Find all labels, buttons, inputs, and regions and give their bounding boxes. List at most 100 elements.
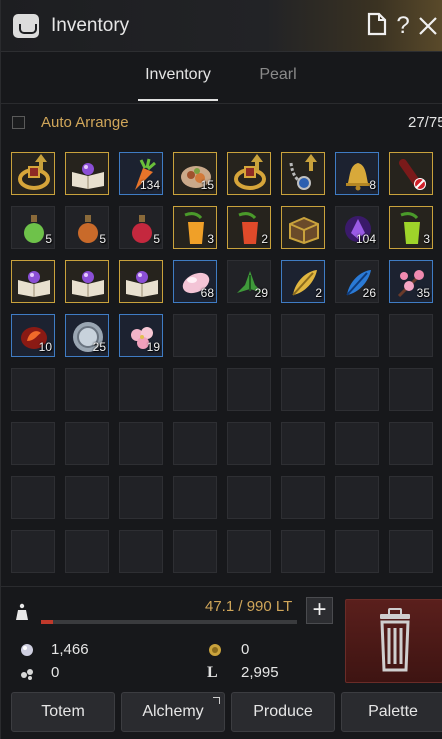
bottom-panel: 47.1 / 990 LT + 1,466 0 0 L 2,995 Totem …	[1, 586, 442, 739]
close-icon[interactable]	[416, 12, 440, 40]
item-slot-feather-gold[interactable]: 2	[281, 260, 325, 303]
empty-slot[interactable]	[389, 368, 433, 411]
empty-slot[interactable]	[335, 422, 379, 465]
empty-slot[interactable]	[65, 422, 109, 465]
silver-amount: 1,466	[51, 641, 89, 658]
item-slot-bell[interactable]: 8	[335, 152, 379, 195]
item-slot-necklace[interactable]	[281, 152, 325, 195]
auto-arrange-checkbox[interactable]	[12, 116, 25, 129]
item-quantity: 3	[207, 232, 214, 246]
item-slot-potion-green[interactable]: 5	[11, 206, 55, 249]
empty-slot[interactable]	[173, 530, 217, 573]
tab-bar: Inventory Pearl	[1, 52, 442, 104]
item-slot-ring-gold-2[interactable]	[227, 152, 271, 195]
empty-slot[interactable]	[335, 314, 379, 357]
item-slot-chest[interactable]	[281, 206, 325, 249]
empty-slot[interactable]	[173, 368, 217, 411]
item-slot-crystal-purple[interactable]: 104	[335, 206, 379, 249]
empty-slot[interactable]	[227, 476, 271, 519]
empty-slot[interactable]	[11, 368, 55, 411]
empty-slot[interactable]	[281, 530, 325, 573]
item-slot-potion-orange[interactable]: 5	[65, 206, 109, 249]
seeds-icon	[19, 667, 35, 681]
empty-slot[interactable]	[389, 422, 433, 465]
empty-slot[interactable]	[227, 422, 271, 465]
empty-slot[interactable]	[173, 422, 217, 465]
empty-slot[interactable]	[119, 422, 163, 465]
empty-slot[interactable]	[65, 476, 109, 519]
empty-slot[interactable]	[227, 530, 271, 573]
tab-pearl[interactable]: Pearl	[253, 66, 303, 84]
empty-slot[interactable]	[11, 530, 55, 573]
item-quantity: 2	[315, 286, 322, 300]
empty-slot[interactable]	[227, 314, 271, 357]
empty-slot[interactable]	[281, 314, 325, 357]
book-icon	[16, 265, 52, 300]
help-icon[interactable]: ?	[391, 12, 415, 40]
popout-icon	[213, 697, 220, 704]
item-slot-book-purple-3[interactable]	[65, 260, 109, 303]
item-slot-feather-blue[interactable]: 26	[335, 260, 379, 303]
inventory-window: Inventory ? Inventory Pearl Auto Arrange…	[0, 0, 442, 739]
empty-slot[interactable]	[119, 476, 163, 519]
item-slot-silver-coin[interactable]: 25	[65, 314, 109, 357]
empty-slot[interactable]	[281, 368, 325, 411]
empty-slot[interactable]	[227, 368, 271, 411]
produce-button[interactable]: Produce	[231, 692, 335, 732]
item-slot-blossom-branch[interactable]: 35	[389, 260, 433, 303]
item-slot-potion-red[interactable]: 5	[119, 206, 163, 249]
item-quantity: 134	[139, 178, 160, 192]
empty-slot[interactable]	[389, 530, 433, 573]
empty-slot[interactable]	[281, 422, 325, 465]
title-bar[interactable]: Inventory ?	[1, 0, 442, 52]
item-slot-juice-red[interactable]: 2	[227, 206, 271, 249]
item-slot-petal-pink[interactable]: 68	[173, 260, 217, 303]
empty-slot[interactable]	[65, 530, 109, 573]
item-slot-book-purple[interactable]	[65, 152, 109, 195]
upgrade-arrow-icon	[251, 154, 263, 171]
empty-slot[interactable]	[11, 476, 55, 519]
empty-slot[interactable]	[119, 368, 163, 411]
note-icon[interactable]	[365, 12, 389, 40]
item-quantity: 8	[369, 178, 376, 192]
empty-slot[interactable]	[389, 476, 433, 519]
tab-inventory[interactable]: Inventory	[138, 66, 218, 84]
palette-button[interactable]: Palette	[341, 692, 442, 732]
empty-slot[interactable]	[173, 476, 217, 519]
alchemy-button[interactable]: Alchemy	[121, 692, 225, 732]
totem-button[interactable]: Totem	[11, 692, 115, 732]
empty-slot[interactable]	[335, 368, 379, 411]
item-slot-juice-green[interactable]: 3	[389, 206, 433, 249]
empty-slot[interactable]	[335, 530, 379, 573]
empty-slot[interactable]	[335, 476, 379, 519]
expand-weight-button[interactable]: +	[306, 597, 333, 624]
trash-button[interactable]	[345, 599, 442, 683]
item-quantity: 5	[99, 232, 106, 246]
item-slot-book-purple-2[interactable]	[11, 260, 55, 303]
item-slot-fire-stone[interactable]: 10	[11, 314, 55, 357]
chest-icon	[286, 211, 322, 246]
loyalty-amount: 2,995	[241, 664, 279, 681]
empty-slot[interactable]	[173, 314, 217, 357]
ring-icon	[16, 157, 52, 192]
item-quantity: 25	[92, 340, 106, 354]
slot-count: 27/75	[408, 114, 442, 131]
alchemy-button-label: Alchemy	[142, 703, 204, 720]
auto-arrange-label[interactable]: Auto Arrange	[41, 114, 129, 131]
empty-slot[interactable]	[65, 368, 109, 411]
empty-slot[interactable]	[281, 476, 325, 519]
item-slot-juice-orange[interactable]: 3	[173, 206, 217, 249]
empty-slot[interactable]	[11, 422, 55, 465]
empty-slot[interactable]	[389, 314, 433, 357]
item-slot-dye-red[interactable]	[389, 152, 433, 195]
window-title: Inventory	[51, 15, 130, 36]
empty-slot[interactable]	[119, 530, 163, 573]
item-slot-herb-green[interactable]: 29	[227, 260, 271, 303]
item-slot-carrot[interactable]: 134	[119, 152, 163, 195]
item-slot-flower-pink[interactable]: 19	[119, 314, 163, 357]
item-slot-meal-plate[interactable]: 15	[173, 152, 217, 195]
item-slot-ring-gold[interactable]	[11, 152, 55, 195]
button-row: Totem Alchemy Produce Palette	[11, 692, 442, 732]
gold-coin-amount: 0	[241, 641, 250, 658]
item-slot-book-purple-4[interactable]	[119, 260, 163, 303]
